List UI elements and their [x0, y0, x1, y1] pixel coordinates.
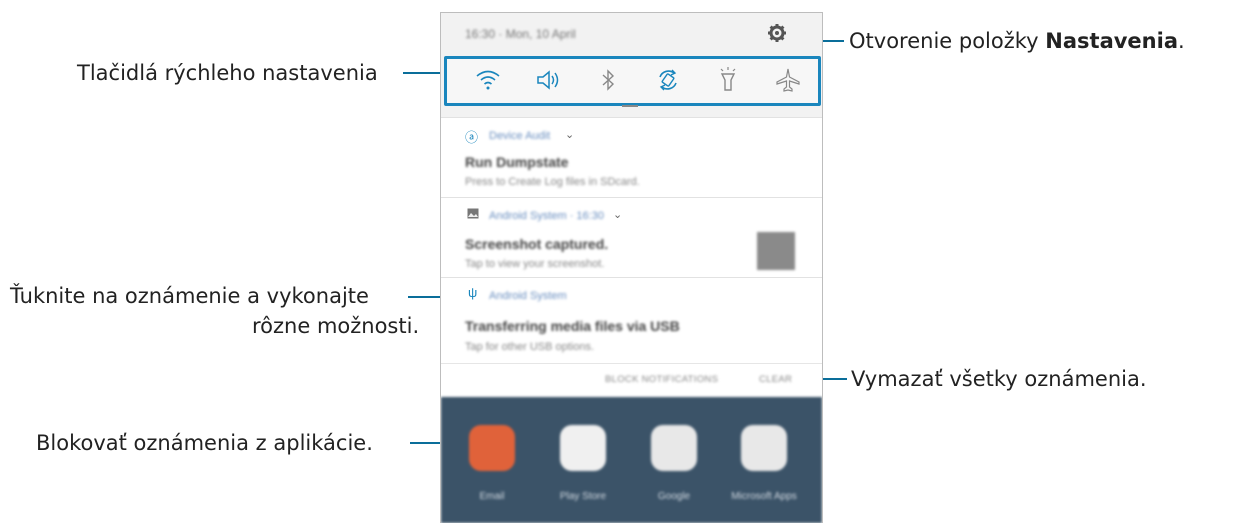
airplane-icon[interactable] [773, 65, 803, 95]
tap-notification-callout-2: rôzne možnosti. [252, 314, 420, 338]
bluetooth-icon[interactable] [593, 65, 623, 95]
block-notifications-callout: Blokovať oznámenia z aplikácie. [36, 431, 373, 455]
quick-settings-row [444, 56, 821, 106]
home-screen: Email Play Store Google Microsoft Apps [441, 397, 822, 523]
google-folder-label: Google [657, 491, 691, 502]
email-app-icon[interactable] [469, 425, 515, 471]
notification-card[interactable]: ψ Android System Transferring media file… [441, 277, 822, 364]
samsung-a-icon: ⓐ [465, 130, 479, 145]
play-store-app-icon[interactable] [560, 425, 606, 471]
status-date-time: 16:30 · Mon, 10 April [465, 27, 576, 41]
tap-notification-callout-1: Ťuknite na oznámenie a vykonajte [10, 284, 369, 308]
settings-callout-prefix: Otvorenie položky [849, 29, 1046, 53]
notification-actions: BLOCK NOTIFICATIONS CLEAR [441, 363, 822, 398]
clear-all-callout: Vymazať všetky oznámenia. [851, 367, 1147, 391]
settings-gear-icon[interactable] [767, 23, 787, 43]
notification-title: Transferring media files via USB [465, 318, 680, 334]
notification-title: Run Dumpstate [465, 154, 569, 170]
usb-icon: ψ [468, 285, 478, 300]
notification-panel: 16:30 · Mon, 10 April ⓐ Device Audit ⌄ R… [440, 12, 823, 523]
block-notifications-button[interactable]: BLOCK NOTIFICATIONS [605, 374, 718, 385]
notification-text: Tap to view your screenshot. [465, 258, 605, 270]
play-store-app-label: Play Store [559, 491, 607, 502]
wifi-icon[interactable] [473, 65, 503, 95]
settings-callout-suffix: . [1178, 29, 1185, 53]
notification-title: Screenshot captured. [465, 236, 609, 252]
chevron-down-icon[interactable]: ⌄ [565, 128, 574, 141]
sound-icon[interactable] [533, 65, 563, 95]
notification-text: Tap for other USB options. [465, 341, 595, 353]
flashlight-icon[interactable] [713, 65, 743, 95]
google-folder-icon[interactable] [651, 425, 697, 471]
microsoft-apps-folder-label: Microsoft Apps [731, 491, 797, 502]
image-icon [467, 208, 479, 219]
quick-settings-callout-line [403, 72, 443, 74]
auto-rotate-icon[interactable] [653, 65, 683, 95]
notification-app-name: Android System [489, 290, 567, 302]
settings-callout-bold: Nastavenia [1045, 29, 1178, 53]
microsoft-apps-folder-icon[interactable] [741, 425, 787, 471]
drag-handle[interactable] [622, 105, 638, 107]
notification-card[interactable]: Android System · 16:30 ⌄ Screenshot capt… [441, 197, 822, 278]
quick-settings-callout: Tlačidlá rýchleho nastavenia [77, 61, 378, 85]
email-app-label: Email [479, 491, 505, 502]
screenshot-thumbnail[interactable] [757, 232, 795, 270]
notification-app-name: Device Audit [489, 130, 551, 142]
notification-app-name: Android System · 16:30 [489, 210, 604, 222]
chevron-down-icon[interactable]: ⌄ [613, 208, 622, 221]
notification-text: Press to Create Log files in SDcard. [465, 176, 640, 188]
notification-card[interactable]: ⓐ Device Audit ⌄ Run Dumpstate Press to … [441, 117, 822, 198]
settings-callout: Otvorenie položky Nastavenia. [849, 28, 1185, 55]
clear-button[interactable]: CLEAR [759, 374, 792, 385]
